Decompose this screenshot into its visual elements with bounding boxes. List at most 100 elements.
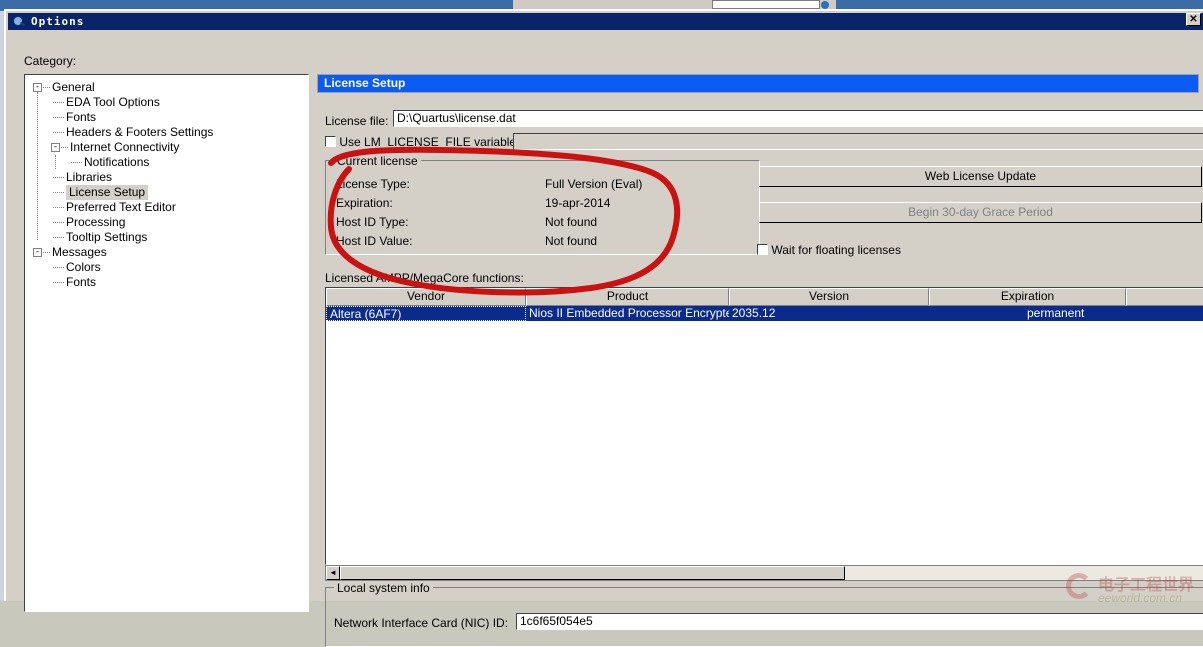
license-field-value: Full Version (Eval) [545, 177, 643, 191]
license-file-input[interactable]: D:\Quartus\license.dat [393, 110, 1203, 127]
wait-floating-licenses-row[interactable]: Wait for floating licenses [757, 243, 901, 257]
license-file-label: License file: [325, 114, 389, 128]
tree-item-label: Libraries [66, 170, 113, 184]
watermark-logo-icon [1066, 573, 1092, 599]
tree-item-messages[interactable]: - Messages [25, 245, 308, 260]
tree-item-label: EDA Tool Options [66, 95, 160, 109]
tree-item-general[interactable]: - General [25, 80, 308, 95]
tree-guide-line [37, 92, 39, 240]
tree-item-notifications[interactable]: Notifications [25, 155, 308, 170]
tree-item-label: General [52, 80, 95, 94]
lm-license-file-checkbox[interactable] [325, 136, 336, 147]
lm-license-file-input[interactable] [513, 133, 1203, 150]
dialog-title: Options [31, 15, 85, 28]
dialog-titlebar[interactable]: Options [8, 13, 1203, 30]
tree-item-fonts[interactable]: Fonts [25, 110, 308, 125]
nic-id-input[interactable]: 1c6f65f054e5 [516, 613, 1203, 630]
tree-connector [53, 267, 64, 269]
nic-id-label: Network Interface Card (NIC) ID: [334, 616, 509, 630]
tree-connector [53, 132, 64, 134]
licensed-functions-table[interactable]: Vendor Product Version Expiration Altera (6… [325, 287, 1203, 565]
tree-item-label: Messages [52, 245, 107, 259]
wait-floating-licenses-label: Wait for floating licenses [771, 243, 901, 257]
tree-item-label: Fonts [66, 275, 97, 289]
tree-connector [53, 117, 64, 119]
tree-connector [71, 162, 82, 164]
tree-expander-icon[interactable]: - [33, 83, 42, 92]
license-field-value: Not found [545, 234, 598, 248]
scrollbar-thumb[interactable] [340, 566, 845, 580]
tree-item-fonts[interactable]: Fonts [25, 275, 308, 290]
local-system-info-title: Local system info [334, 581, 433, 595]
options-dialog: Options ✕ Category: - General EDA Tool Opt… [4, 9, 1203, 647]
license-field-label: Expiration: [336, 196, 393, 210]
table-cell[interactable]: Altera (6AF7) [326, 306, 526, 321]
category-tree[interactable]: - General EDA Tool Options Fonts Headers & F… [24, 74, 309, 612]
tree-connector [43, 87, 50, 89]
tree-connector [61, 147, 68, 149]
tree-item-label: Tooltip Settings [66, 230, 148, 244]
tree-connector [53, 192, 64, 194]
tree-connector [53, 237, 64, 239]
tree-expander-icon[interactable]: - [51, 143, 60, 152]
tree-guide-line [55, 155, 57, 169]
tree-item-label: Fonts [66, 110, 97, 124]
tree-item-label: License Setup [66, 185, 149, 200]
scroll-left-button[interactable]: ◄ [326, 566, 340, 580]
table-cell[interactable]: Nios II Embedded Processor Encrypte... [526, 306, 729, 321]
lm-license-file-label: Use LM_LICENSE_FILE variable: [339, 135, 520, 149]
close-button[interactable]: ✕ [1186, 13, 1201, 26]
table-column-header[interactable]: Expiration [929, 288, 1126, 306]
tree-expander-icon[interactable]: - [33, 248, 42, 257]
watermark-en-text: eeworld.com.cn [1098, 591, 1183, 605]
tree-connector [53, 177, 64, 179]
tree-item-label: Processing [66, 215, 126, 229]
license-field-label: Host ID Type: [336, 215, 409, 229]
background-search-input[interactable] [712, 0, 820, 9]
tree-item-label: Internet Connectivity [70, 140, 180, 154]
section-header-label: License Setup [324, 76, 406, 90]
begin-grace-period-button: Begin 30-day Grace Period [759, 202, 1202, 223]
tree-item-processing[interactable]: Processing [25, 215, 308, 230]
web-license-update-button[interactable]: Web License Update [759, 166, 1202, 187]
tree-connector [53, 222, 64, 224]
table-cell[interactable]: 2035.12 [729, 306, 929, 321]
lm-license-file-checkbox-row[interactable]: Use LM_LICENSE_FILE variable: [325, 135, 519, 149]
table-cell[interactable]: permanent [929, 306, 1126, 321]
tree-item-label: Headers & Footers Settings [66, 125, 214, 139]
license-field-label: License Type: [336, 177, 410, 191]
wait-floating-licenses-checkbox[interactable] [757, 244, 768, 255]
table-column-header[interactable] [1126, 288, 1203, 306]
current-license-title: Current license [334, 154, 421, 168]
table-cell[interactable]: Fixed [1126, 306, 1203, 321]
tree-item-label: Preferred Text Editor [66, 200, 176, 214]
site-watermark: 电子工程世界 eeworld.com.cn [1066, 569, 1203, 609]
tree-item-eda-tool-options[interactable]: EDA Tool Options [25, 95, 308, 110]
options-window-icon [12, 15, 26, 28]
tree-connector [53, 102, 64, 104]
tree-item-license-setup[interactable]: License Setup [25, 185, 308, 200]
license-setup-pane: License Setup License file: D:\Quartus\l… [317, 74, 1203, 647]
category-label: Category: [24, 54, 77, 68]
tree-connector [53, 282, 64, 284]
tree-connector [43, 252, 50, 254]
table-column-header[interactable]: Product [526, 288, 729, 306]
tree-item-label: Colors [66, 260, 101, 274]
tree-item-internet-connectivity[interactable]: - Internet Connectivity [25, 140, 308, 155]
tree-connector [53, 207, 64, 209]
table-row[interactable]: Altera (6AF7) Nios II Embedded Processor … [326, 306, 1203, 321]
table-column-header[interactable]: Version [729, 288, 929, 306]
tree-item-tooltip-settings[interactable]: Tooltip Settings [25, 230, 308, 245]
license-field-value: 19-apr-2014 [545, 196, 611, 210]
license-field-value: Not found [545, 215, 598, 229]
tree-item-colors[interactable]: Colors [25, 260, 308, 275]
license-field-label: Host ID Value: [336, 234, 413, 248]
tree-item-label: Notifications [84, 155, 150, 169]
table-header-row: Vendor Product Version Expiration [326, 288, 1203, 306]
tree-item-libraries[interactable]: Libraries [25, 170, 308, 185]
tree-item-headers-footers-settings[interactable]: Headers & Footers Settings [25, 125, 308, 140]
section-header: License Setup [317, 74, 1199, 93]
ampp-functions-label: Licensed AMPP/MegaCore functions: [325, 271, 524, 285]
tree-item-preferred-text-editor[interactable]: Preferred Text Editor [25, 200, 308, 215]
table-column-header[interactable]: Vendor [326, 288, 526, 306]
